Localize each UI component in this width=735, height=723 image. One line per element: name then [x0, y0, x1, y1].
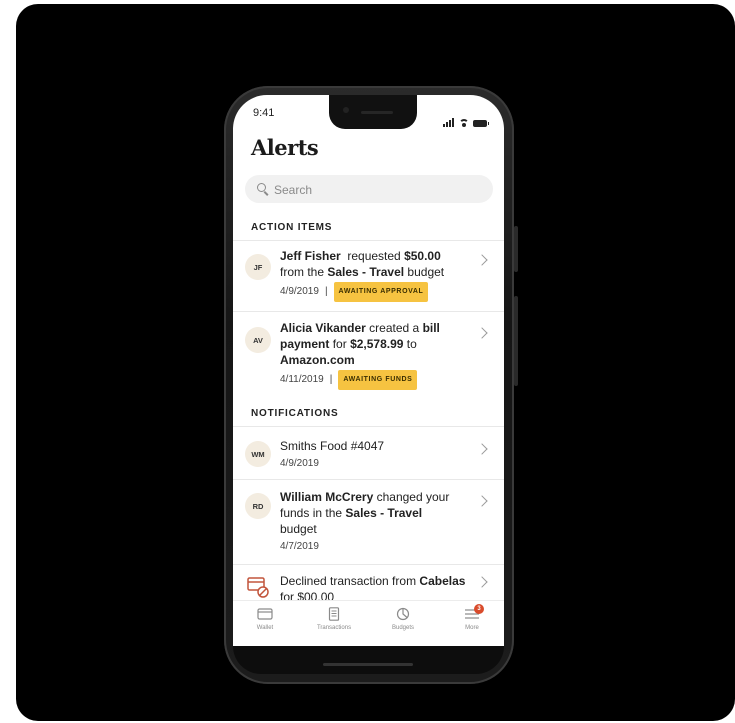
item-date: 4/9/2019: [280, 286, 319, 297]
tab-wallet[interactable]: Wallet: [235, 607, 295, 631]
chevron-right-icon: [476, 327, 488, 339]
volume-button: [514, 296, 518, 386]
status-icons: [443, 109, 489, 127]
item-date: 4/7/2019: [280, 541, 319, 552]
wifi-icon: [459, 119, 469, 127]
camera-notch: [329, 95, 417, 129]
tab-more[interactable]: 3 More: [442, 604, 502, 631]
tab-label: Wallet: [256, 625, 274, 631]
declined-card-icon: [247, 577, 269, 598]
battery-icon: [473, 120, 489, 127]
item-date: 4/11/2019: [280, 374, 324, 385]
avatar: AV: [245, 327, 271, 353]
chevron-right-icon: [476, 443, 488, 455]
search-bar[interactable]: [245, 175, 493, 203]
wallet-icon: [235, 607, 295, 621]
chevron-right-icon: [476, 254, 488, 266]
bottom-speaker: [323, 663, 413, 666]
tab-label: Budgets: [391, 625, 415, 631]
tab-budgets[interactable]: Budgets: [373, 607, 433, 631]
action-item[interactable]: AV Alicia Vikander created a bill paymen…: [233, 312, 504, 400]
section-header-action-items: ACTION ITEMS: [251, 222, 333, 233]
avatar: WM: [245, 441, 271, 467]
section-header-notifications: NOTIFICATIONS: [251, 408, 339, 419]
notification-badge: 3: [474, 604, 484, 614]
chevron-right-icon: [476, 576, 488, 588]
tab-transactions[interactable]: Transactions: [304, 607, 364, 631]
status-badge: AWAITING APPROVAL: [333, 282, 429, 302]
earpiece-speaker: [361, 111, 393, 114]
chevron-right-icon: [476, 495, 488, 507]
notification-text: William McCrery changed your funds in th…: [280, 489, 470, 555]
search-input[interactable]: [272, 180, 476, 200]
avatar: RD: [245, 493, 271, 519]
notification-item[interactable]: Declined transaction from Cabelas for $0…: [233, 565, 504, 600]
action-item[interactable]: JF Jeff Fisher requested $50.00 from the…: [233, 241, 504, 311]
phone-chin: [233, 646, 504, 674]
action-item-text: Jeff Fisher requested $50.00 from the Sa…: [280, 248, 470, 302]
tab-label: Transactions: [316, 625, 352, 631]
signal-icon: [443, 109, 455, 127]
search-icon: [257, 183, 266, 192]
phone-screen: 9:41 Alerts ACTION ITEMS JF Jeff Fisher …: [233, 95, 504, 646]
power-button: [514, 226, 518, 272]
notification-text: Smiths Food #4047 4/9/2019: [280, 438, 470, 472]
menu-icon: 3: [442, 604, 502, 621]
notification-item[interactable]: WM Smiths Food #4047 4/9/2019: [233, 427, 504, 479]
notification-item[interactable]: RD William McCrery changed your funds in…: [233, 480, 504, 564]
receipt-icon: [304, 607, 364, 621]
notification-text: Declined transaction from Cabelas for $0…: [280, 574, 466, 600]
budget-icon: [373, 607, 433, 621]
action-item-text: Alicia Vikander created a bill payment f…: [280, 320, 470, 390]
tab-label: More: [465, 625, 479, 631]
status-time: 9:41: [253, 107, 275, 119]
camera-icon: [343, 107, 349, 113]
item-date: 4/9/2019: [280, 458, 319, 469]
status-badge: AWAITING FUNDS: [338, 370, 418, 390]
tab-bar: Wallet Transactions Budgets 3 More: [233, 600, 504, 646]
avatar: JF: [245, 254, 271, 280]
page-title: Alerts: [251, 135, 319, 160]
